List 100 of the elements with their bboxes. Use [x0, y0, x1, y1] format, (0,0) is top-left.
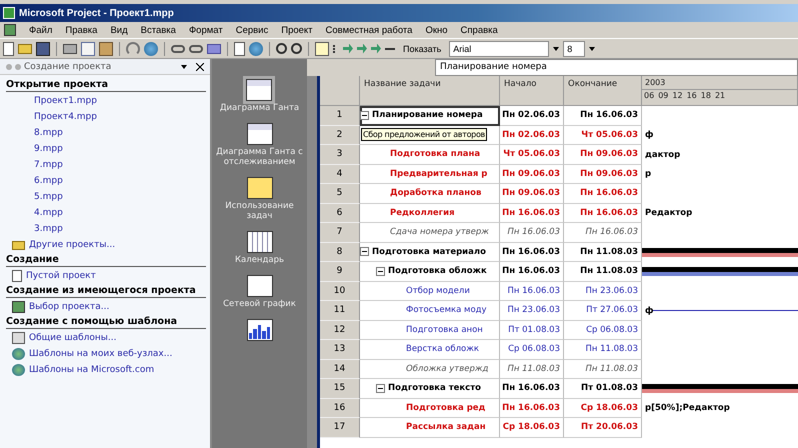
entry-field[interactable]: Планирование номера [435, 59, 798, 76]
blank-page-icon [12, 270, 22, 282]
table-cell: Пн 09.06.03 [564, 164, 642, 184]
table-cell: Ср 18.06.03 [500, 418, 564, 438]
table-cell[interactable]: Обложка утвержд [360, 360, 500, 379]
table-cell: Пн 02.06.03 [500, 126, 564, 145]
new-file-icon[interactable] [3, 42, 14, 56]
view-label[interactable]: Сетевой график [223, 299, 296, 309]
menu-item[interactable]: Совместная работа [326, 24, 412, 36]
table-cell: Пн 16.06.03 [500, 282, 564, 301]
table-cell[interactable]: Отбор модели [360, 282, 500, 301]
pane-link[interactable]: Другие проекты... [29, 240, 116, 250]
bar-chart-icon[interactable] [246, 319, 272, 341]
pane-link[interactable]: Пустой проект [26, 271, 96, 281]
font-field[interactable]: Arial [449, 40, 550, 56]
menu-item[interactable]: Вид [110, 24, 128, 36]
row-number: 4 [320, 164, 360, 184]
menu-item[interactable]: Формат [188, 24, 223, 36]
dropdown-arrow-icon[interactable] [589, 46, 596, 50]
view-label[interactable]: Диаграмма Ганта [220, 103, 300, 113]
row-number: 8 [320, 242, 360, 262]
table-cell: Пт 01.08.03 [500, 320, 564, 340]
table-cell: Пт 27.06.03 [564, 301, 642, 320]
calendar-icon[interactable] [246, 231, 272, 253]
column-header[interactable]: Окончание [564, 76, 642, 106]
pane-link[interactable]: 4.mpp [34, 208, 63, 218]
link-icon[interactable] [171, 44, 185, 52]
pane-link[interactable]: 3.mpp [34, 224, 63, 234]
close-icon[interactable] [196, 62, 204, 70]
pane-link[interactable]: Шаблоны на Microsoft.com [29, 365, 154, 375]
pane-link[interactable]: 7.mpp [34, 160, 63, 170]
size-field[interactable]: 8 [563, 40, 586, 56]
table-cell[interactable]: Фотосъемка моду [360, 301, 500, 320]
dropdown-arrow-icon[interactable] [181, 64, 187, 68]
table-cell: Пн 16.06.03 [500, 223, 564, 242]
row-number: 11 [320, 301, 360, 320]
pane-link[interactable]: 8.mpp [34, 128, 63, 138]
menu-item[interactable]: Справка [460, 24, 498, 36]
timescale-label: 18 [700, 91, 711, 100]
collapse-icon[interactable] [360, 110, 369, 120]
timescale-label: 2003 [642, 76, 797, 90]
row-number: 17 [320, 418, 360, 438]
view-label[interactable]: Календарь [235, 255, 284, 265]
table-cell: Пн 16.06.03 [564, 223, 642, 242]
table-cell: Пт 20.06.03 [564, 418, 642, 438]
table-cell[interactable]: Предварительная р [360, 164, 500, 184]
table-cell: Пн 09.06.03 [500, 164, 564, 184]
table-cell: Пн 11.08.03 [500, 360, 564, 379]
menu-item[interactable]: Окно [425, 24, 448, 36]
table-cell[interactable]: Доработка планов [360, 184, 500, 204]
table-cell: Ср 06.08.03 [500, 340, 564, 360]
row-number: 15 [320, 379, 360, 398]
pane-link[interactable]: Проект1.mpp [34, 96, 97, 106]
collapse-icon[interactable] [360, 247, 369, 256]
table-cell[interactable]: Подготовка ред [360, 398, 500, 418]
table-cell: Пн 16.06.03 [500, 204, 564, 223]
menu-item[interactable]: Вставка [140, 24, 176, 36]
table-cell[interactable]: Подготовка обложк [360, 262, 500, 282]
show-button[interactable]: Показать [399, 40, 446, 56]
section-heading: Создание [6, 253, 206, 267]
table-cell[interactable]: Верстка обложк [360, 340, 500, 360]
view-label[interactable]: Диаграмма Ганта с отслеживанием [212, 147, 307, 167]
pane-link[interactable]: 5.mpp [34, 192, 63, 202]
pane-link[interactable]: Шаблоны на моих веб-узлах... [29, 349, 172, 359]
table-cell[interactable]: Подготовка тексто [360, 379, 500, 398]
menu-item[interactable]: Файл [29, 24, 52, 36]
pane-link[interactable]: 9.mpp [34, 144, 63, 154]
pane-link[interactable]: 6.mpp [34, 176, 63, 186]
undo-icon[interactable] [126, 42, 140, 56]
collapse-icon[interactable] [376, 384, 385, 392]
tooltip: Сбор предложений от авторов [361, 128, 487, 140]
dropdown-arrow-icon[interactable] [553, 46, 560, 50]
bar-label: ф [645, 306, 654, 316]
table-cell[interactable]: Сбор предложений от авторов [360, 126, 500, 145]
pane-link[interactable]: Общие шаблоны... [29, 333, 116, 343]
globe-icon [12, 364, 25, 376]
menu-item[interactable]: Правка [65, 24, 98, 36]
table-cell[interactable]: Подготовка плана [360, 145, 500, 164]
menu-item[interactable]: Сервис [236, 24, 268, 36]
view-label[interactable]: Использование задач [212, 201, 307, 221]
table-cell[interactable]: Планирование номера [360, 106, 500, 126]
bar-label: дактор [645, 150, 680, 160]
globe-icon[interactable] [144, 42, 158, 56]
table-cell[interactable]: Подготовка анон [360, 320, 500, 340]
table-cell[interactable]: Подготовка материало [360, 242, 500, 262]
table-cell[interactable]: Редколлегия [360, 204, 500, 223]
timescale-label: 12 [672, 91, 683, 100]
table-cell[interactable]: Рассылка задан [360, 418, 500, 438]
menu-item[interactable]: Проект [281, 24, 313, 36]
collapse-icon[interactable] [376, 266, 385, 276]
column-header[interactable]: Название задачи [360, 76, 500, 106]
minus-icon[interactable] [385, 48, 395, 50]
table-cell: Пн 02.06.03 [500, 106, 564, 126]
pane-link[interactable]: Выбор проекта... [29, 302, 110, 312]
column-header[interactable]: Начало [500, 76, 564, 106]
pane-link[interactable]: Проект4.mpp [34, 112, 97, 122]
row-number: 7 [320, 223, 360, 242]
window-title: Microsoft Project - Проект1.mpp [19, 8, 174, 18]
section-heading: Открытие проекта [6, 78, 206, 92]
table-cell[interactable]: Сдача номера утверж [360, 223, 500, 242]
